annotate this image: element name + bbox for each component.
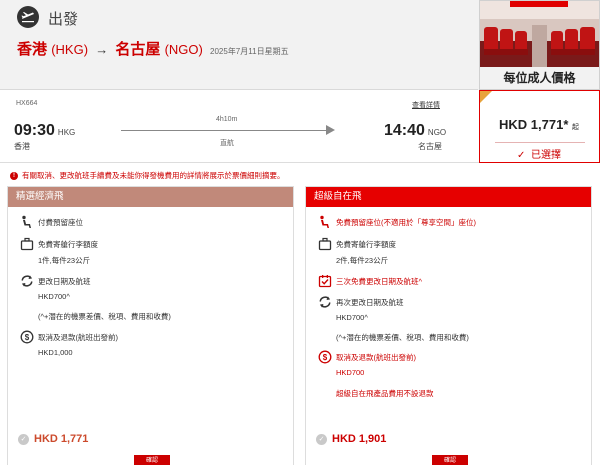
cancel-feature-text: 取消及退款(航班出發前) (336, 353, 416, 362)
fare-card-title: 超級自在飛 (306, 187, 591, 207)
stops-label: 直航 (220, 140, 234, 147)
seat-feature-text: 免費預留座位(不適用於「尊享空間」座位) (336, 218, 476, 227)
check-circle-icon: ✓ (316, 433, 327, 445)
refresh-icon (319, 296, 331, 308)
change-feature-text: 再次更改日期及航班 (336, 298, 404, 307)
flight-date: 2025年7月11日星期五 (210, 47, 289, 56)
departure-time-value: 09:30 (14, 122, 55, 139)
depart-label: 出發 (48, 11, 79, 28)
selected-status: ✓ 已選擇 (480, 146, 598, 161)
flight-details-link[interactable]: 查看詳情 (412, 100, 440, 110)
notice-text: 有關取消、更改航班手續費及未能你得發機費用的詳情將展示於票價細則摘要。 (22, 171, 285, 180)
arrival-code: NGO (427, 128, 447, 137)
fare-price-from: 起 (572, 124, 579, 131)
cancel-feature-text: 取消及退款(航班出發前) (38, 333, 118, 342)
flight-duration: 4h10m (216, 116, 238, 123)
dest-code: (NGO) (164, 42, 203, 57)
baggage-feature-text: 免費寄艙行李額度 (336, 240, 396, 249)
fare-price-suffix: * (563, 117, 569, 132)
plane-icon (17, 6, 39, 28)
economy-total-value: HKD 1,771 (34, 433, 89, 445)
superior-total: ✓ HKD 1,901 (316, 433, 386, 445)
check-circle-icon: ✓ (18, 433, 29, 445)
change-note: (^+潛在的機票差價、稅項、費用和收費) (336, 333, 469, 342)
confirm-button[interactable]: 確認 (134, 455, 170, 465)
fare-image-panel: 每位成人價格 (479, 0, 600, 90)
dest-city: 名古屋 (115, 41, 161, 58)
refund-note: 超級自在飛產品費用不設退款 (336, 389, 434, 398)
dollar-icon: $ (20, 330, 34, 344)
change-fee: HKD700^ (38, 292, 70, 301)
baggage-detail: 2件,每件23公斤 (336, 256, 389, 265)
arrival-time-value: 14:40 (384, 122, 425, 139)
route-arrow-icon: → (95, 42, 109, 57)
cabin-seat-image (480, 1, 599, 67)
change-feature-text: 更改日期及航班 (38, 277, 91, 286)
flight-number: HX664 (16, 100, 38, 107)
superior-total-value: HKD 1,901 (332, 433, 387, 445)
seat-icon (320, 215, 329, 228)
fare-card-economy: 精選經濟飛 付費預留座位 免費寄艙行李額度 1件,每件23公斤 更改日期及航班 … (7, 186, 294, 465)
cancel-fee: HKD1,000 (38, 348, 73, 357)
alert-icon: ! (10, 172, 18, 181)
svg-text:$: $ (323, 353, 328, 362)
check-icon: ✓ (517, 150, 526, 161)
fare-rules-notice: ! 有關取消、更改航班手續費及未能你得發機費用的詳情將展示於票價細則摘要。 (10, 170, 285, 181)
refresh-icon (21, 275, 33, 287)
svg-text:$: $ (25, 333, 30, 342)
corner-badge (480, 91, 492, 103)
duration-line (121, 130, 331, 131)
calendar-check-icon (318, 275, 332, 288)
departure-code: HKG (57, 128, 76, 137)
baggage-detail: 1件,每件23公斤 (38, 256, 91, 265)
fare-card-superior: 超級自在飛 免費預留座位(不適用於「尊享空間」座位) 免費寄艙行李額度 2件,每… (305, 186, 592, 465)
seat-feature-text: 付費預留座位 (38, 218, 83, 227)
seat-icon (22, 215, 31, 228)
price-divider (495, 142, 585, 143)
change-note: (^+潛在的機票差價、稅項、費用和收費) (38, 312, 171, 321)
arrival-time: 14:40 NGO (384, 122, 446, 140)
fare-price: HKD 1,771* 起 (480, 117, 598, 132)
change-fee: HKD700^ (336, 313, 368, 322)
selected-label: 已選擇 (530, 150, 561, 161)
route-title: 香港 (HKG) → 名古屋 (NGO) 2025年7月11日星期五 (17, 38, 289, 59)
price-per-adult-caption: 每位成人價格 (503, 71, 576, 85)
departure-city: 香港 (14, 142, 30, 151)
fare-price-selection[interactable]: HKD 1,771* 起 ✓ 已選擇 (479, 90, 600, 163)
origin-city: 香港 (17, 41, 48, 58)
fare-price-value: HKD 1,771 (499, 117, 564, 132)
dollar-icon: $ (318, 350, 332, 364)
departure-time: 09:30 HKG (14, 122, 75, 140)
duration-arrow-icon (326, 125, 335, 135)
free-change-feature-text: 三次免費更改日期及航班^ (336, 277, 423, 286)
economy-total: ✓ HKD 1,771 (18, 433, 88, 445)
baggage-icon (20, 237, 34, 251)
baggage-icon (318, 237, 332, 251)
cancel-fee: HKD700 (336, 368, 365, 377)
baggage-feature-text: 免費寄艙行李額度 (38, 240, 98, 249)
origin-code: (HKG) (51, 42, 89, 57)
confirm-button[interactable]: 確認 (432, 455, 468, 465)
fare-card-title: 精選經濟飛 (8, 187, 293, 207)
arrival-city: 名古屋 (418, 142, 442, 151)
